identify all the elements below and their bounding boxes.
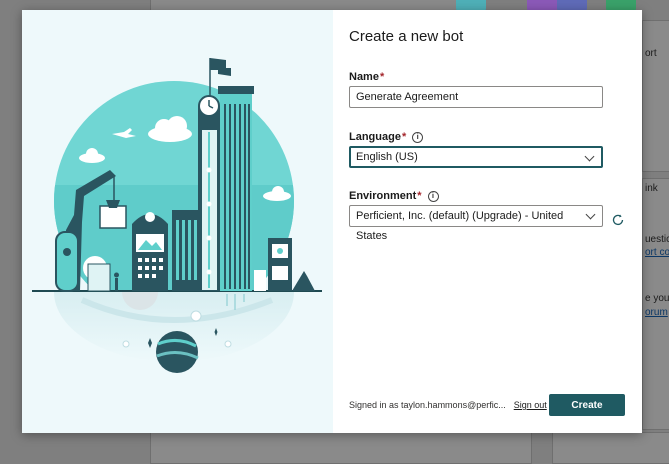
- background-text: ink: [645, 183, 658, 194]
- dialog-title: Create a new bot: [349, 28, 464, 45]
- name-label: Name *: [349, 71, 384, 83]
- environment-label-text: Environment: [349, 190, 417, 202]
- create-bot-form: Create a new bot Name* Language* i Engli…: [349, 10, 642, 433]
- required-marker: *: [401, 131, 407, 143]
- language-selected-value: English (US): [356, 151, 418, 163]
- signed-in-info: Signed in as taylon.hammons@perfic... Sig…: [349, 400, 547, 410]
- background-card-bottom: [150, 432, 532, 464]
- environment-selected-value: Perficient, Inc. (default) (Upgrade) - U…: [356, 210, 564, 242]
- refresh-icon[interactable]: [611, 213, 625, 227]
- required-marker: *: [417, 190, 422, 202]
- background-text: e your: [645, 293, 669, 304]
- background-card-right-lower: [642, 178, 669, 430]
- language-label: Language * i: [349, 131, 424, 143]
- background-link: orum: [645, 307, 668, 318]
- sign-out-link[interactable]: Sign out: [514, 400, 547, 410]
- signed-in-text: Signed in as taylon.hammons@perfic...: [349, 400, 506, 410]
- background-text: ort: [645, 48, 657, 59]
- info-icon[interactable]: i: [427, 190, 439, 202]
- background-link: ort co: [645, 247, 669, 258]
- info-icon[interactable]: i: [412, 131, 424, 143]
- illustration-panel: [22, 10, 333, 433]
- required-marker: *: [379, 71, 385, 83]
- create-button[interactable]: Create: [549, 394, 625, 416]
- create-bot-dialog: Create a new bot Name* Language* i Engli…: [22, 10, 642, 433]
- background-text: uestic: [645, 234, 669, 245]
- environment-label: Environment * i: [349, 190, 439, 202]
- name-label-text: Name: [349, 71, 379, 83]
- background-card-right: [642, 20, 669, 172]
- city-illustration: [32, 58, 322, 373]
- language-dropdown[interactable]: English (US): [349, 146, 603, 168]
- chevron-down-icon: [585, 209, 596, 220]
- background-card-bottom-right: [552, 432, 669, 464]
- name-input[interactable]: [349, 86, 603, 108]
- chevron-down-icon: [584, 151, 595, 162]
- language-label-text: Language: [349, 131, 401, 143]
- environment-dropdown[interactable]: Perficient, Inc. (default) (Upgrade) - U…: [349, 205, 603, 242]
